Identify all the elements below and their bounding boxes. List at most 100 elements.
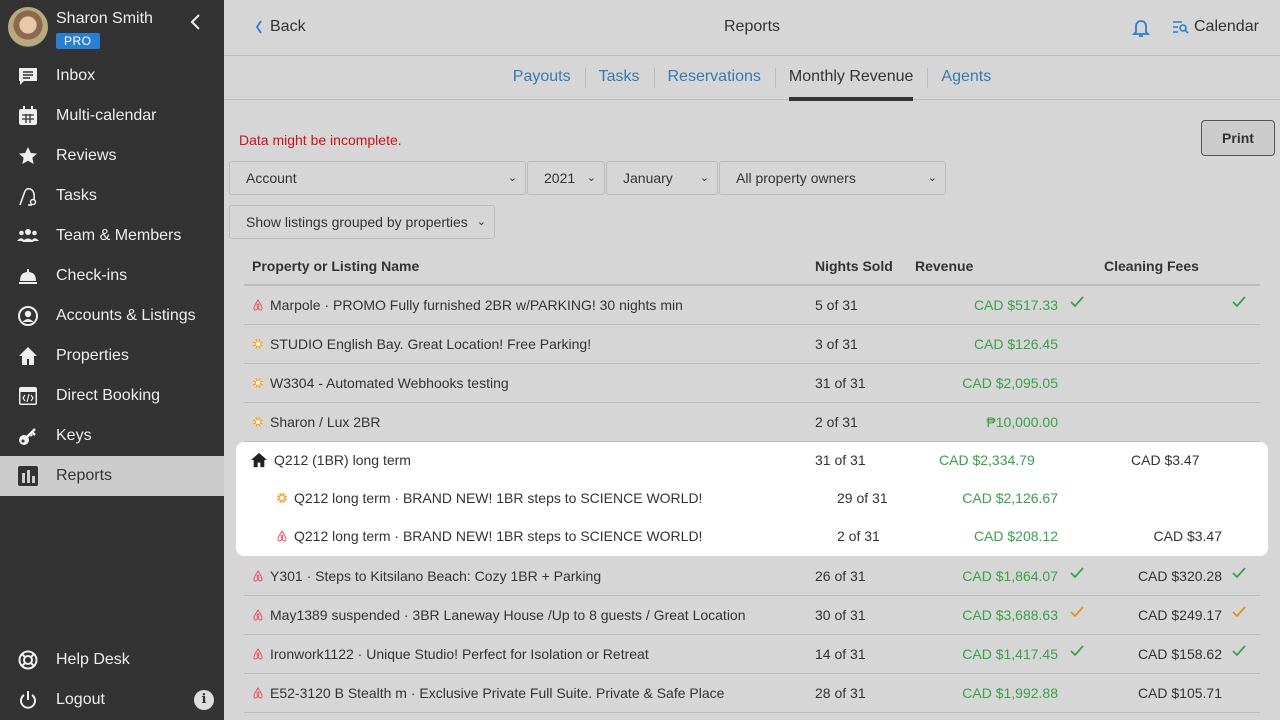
- revenue: CAD $1,864.07: [962, 568, 1058, 584]
- cleaning-fees: CAD $320.28: [1137, 568, 1222, 584]
- grouping-select-value: Show listings grouped by properties: [246, 214, 468, 230]
- nights-sold: 31 of 31: [815, 375, 866, 391]
- power-icon: [17, 689, 39, 711]
- bell-desk-icon: [17, 265, 39, 287]
- table-row[interactable]: Sharon / Lux 2BR 2 of 31 ₱10,000.00: [244, 403, 1260, 442]
- sidebar-item-keys[interactable]: Keys: [0, 416, 224, 456]
- code-window-icon: [17, 385, 39, 407]
- green-check-icon: [1070, 566, 1084, 582]
- sidebar-item-direct-booking[interactable]: Direct Booking: [0, 376, 224, 416]
- sidebar-item-help-desk[interactable]: Help Desk: [0, 640, 224, 680]
- listing-name: E52-3120 B Stealth m · Exclusive Private…: [252, 685, 724, 701]
- nights-sold: 29 of 31: [837, 490, 888, 506]
- listing-row[interactable]: Q212 long term · BRAND NEW! 1BR steps to…: [236, 518, 1268, 556]
- owners-select[interactable]: All property owners ⌄: [719, 161, 946, 195]
- revenue: CAD $517.33: [973, 297, 1058, 313]
- sidebar-item-label: Help Desk: [56, 651, 130, 668]
- sidebar-item-reviews[interactable]: Reviews: [0, 136, 224, 176]
- top-bar: Back Reports Calendar: [224, 0, 1280, 56]
- table-row[interactable]: W3304 - Automated Webhooks testing 31 of…: [244, 364, 1260, 403]
- sidebar-item-label: Keys: [56, 427, 92, 444]
- listing-name: Y301 · Steps to Kitsilano Beach: Cozy 1B…: [252, 568, 601, 584]
- revenue: CAD $126.45: [973, 336, 1058, 352]
- home-icon: [251, 452, 267, 468]
- month-select[interactable]: January ⌄: [606, 161, 718, 195]
- revenue: ₱10,000.00: [986, 414, 1058, 430]
- page-title: Reports: [723, 18, 781, 35]
- sidebar-item-properties[interactable]: Properties: [0, 336, 224, 376]
- avatar: [8, 7, 48, 47]
- sidebar-item-check-ins[interactable]: Check-ins: [0, 256, 224, 296]
- calendar-icon: [17, 105, 39, 127]
- nights-sold: 14 of 31: [815, 646, 866, 662]
- calendar-button[interactable]: Calendar: [1172, 18, 1259, 36]
- sidebar-item-accounts-listings[interactable]: Accounts & Listings: [0, 296, 224, 336]
- table-row[interactable]: E52-3120 B Stealth m · Exclusive Private…: [244, 674, 1260, 713]
- property-group-row[interactable]: Q212 (1BR) long term 31 of 31 CAD $2,334…: [236, 442, 1268, 480]
- nights-sold: 28 of 31: [815, 685, 866, 701]
- tab-agents[interactable]: Agents: [927, 56, 1005, 100]
- revenue: CAD $2,095.05: [962, 375, 1058, 391]
- month-select-value: January: [623, 170, 673, 186]
- user-circle-icon: [17, 305, 39, 327]
- star-icon: [17, 145, 39, 167]
- info-icon[interactable]: i: [194, 690, 214, 710]
- calendar-label: Calendar: [1194, 18, 1259, 35]
- listing-row[interactable]: Q212 long term · BRAND NEW! 1BR steps to…: [236, 480, 1268, 518]
- bell-icon: [1131, 20, 1151, 37]
- listing-name: Q212 long term · BRAND NEW! 1BR steps to…: [276, 490, 702, 506]
- revenue: CAD $1,417.45: [962, 646, 1058, 662]
- sidebar-item-label: Logout: [56, 691, 105, 708]
- table-row[interactable]: Y301 · Steps to Kitsilano Beach: Cozy 1B…: [244, 557, 1260, 596]
- sidebar-item-team[interactable]: Team & Members: [0, 216, 224, 256]
- table-row[interactable]: STUDIO English Bay. Great Location! Free…: [244, 325, 1260, 364]
- grouping-select[interactable]: Show listings grouped by properties ⌄: [229, 205, 495, 239]
- chevron-down-icon: ⌄: [699, 172, 709, 184]
- account-select-value: Account: [246, 170, 297, 186]
- listing-name: May1389 suspended · 3BR Laneway House /U…: [252, 607, 746, 623]
- tab-reservations[interactable]: Reservations: [653, 56, 775, 100]
- revenue: CAD $208.12: [973, 528, 1058, 544]
- tab-monthly-revenue[interactable]: Monthly Revenue: [774, 56, 928, 101]
- listing-name: Q212 long term · BRAND NEW! 1BR steps to…: [276, 528, 702, 544]
- sidebar-item-reports[interactable]: Reports: [0, 456, 224, 496]
- year-select-value: 2021: [544, 170, 576, 186]
- lifebuoy-icon: [17, 649, 39, 671]
- table-row[interactable]: Marpole · PROMO Fully furnished 2BR w/PA…: [244, 286, 1260, 325]
- nights-sold: 2 of 31: [815, 414, 858, 430]
- column-header-nights[interactable]: Nights Sold: [815, 258, 893, 274]
- vacuum-icon: [17, 185, 39, 207]
- tab-tasks[interactable]: Tasks: [584, 56, 654, 100]
- booking-icon: [253, 339, 263, 349]
- team-icon: [17, 225, 39, 247]
- year-select[interactable]: 2021 ⌄: [527, 161, 605, 195]
- cleaning-fees: CAD $3.47: [1131, 452, 1200, 468]
- revenue: CAD $1,992.88: [962, 685, 1058, 701]
- cleaning-fees: CAD $249.17: [1137, 607, 1222, 623]
- booking-icon: [253, 378, 263, 388]
- nights-sold: 3 of 31: [815, 336, 858, 352]
- tab-payouts[interactable]: Payouts: [499, 56, 585, 100]
- sidebar-item-logout[interactable]: Logout i: [0, 680, 224, 720]
- column-header-revenue[interactable]: Revenue: [915, 258, 973, 274]
- nights-sold: 26 of 31: [815, 568, 866, 584]
- key-icon: [17, 425, 39, 447]
- sidebar-item-label: Accounts & Listings: [56, 307, 196, 324]
- table-row[interactable]: May1389 suspended · 3BR Laneway House /U…: [244, 596, 1260, 635]
- sidebar-item-label: Check-ins: [56, 267, 128, 284]
- column-header-name[interactable]: Property or Listing Name: [252, 258, 419, 274]
- owners-select-value: All property owners: [736, 170, 856, 186]
- collapse-sidebar-button[interactable]: [186, 12, 206, 32]
- table-row[interactable]: Ironwork1122 · Unique Studio! Perfect fo…: [244, 635, 1260, 674]
- sidebar-item-label: Reviews: [56, 147, 117, 164]
- account-select[interactable]: Account ⌄: [229, 161, 526, 195]
- print-button[interactable]: Print: [1201, 120, 1275, 156]
- user-name: Sharon Smith: [56, 10, 153, 27]
- sidebar-item-tasks[interactable]: Tasks: [0, 176, 224, 216]
- chevron-down-icon: ⌄: [476, 216, 486, 228]
- sidebar-item-multi-calendar[interactable]: Multi-calendar: [0, 96, 224, 136]
- sidebar-item-inbox[interactable]: Inbox: [0, 56, 224, 96]
- listing-name: W3304 - Automated Webhooks testing: [252, 375, 509, 391]
- notifications-button[interactable]: [1131, 18, 1151, 38]
- column-header-cleaning-fees[interactable]: Cleaning Fees: [1104, 258, 1199, 274]
